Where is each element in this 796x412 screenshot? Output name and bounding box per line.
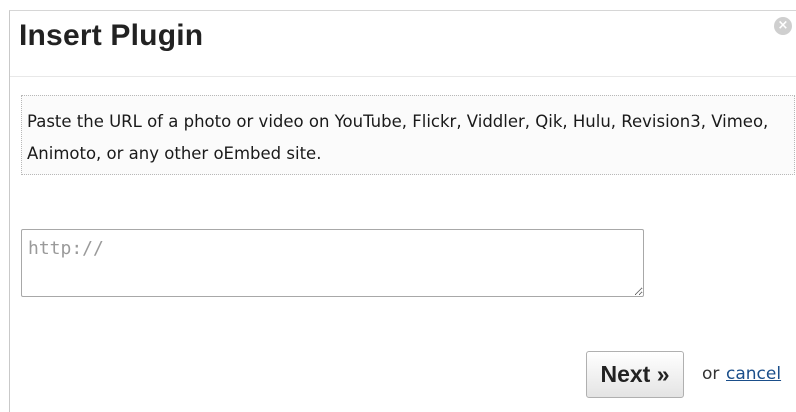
close-icon[interactable]: × [774,17,792,35]
insert-plugin-dialog: Insert Plugin × Paste the URL of a photo… [9,10,796,412]
dialog-title-bar: Insert Plugin × [10,11,796,77]
url-input[interactable] [21,229,644,297]
cancel-link[interactable]: cancel [726,364,781,384]
or-text: or [702,364,720,384]
dialog-title: Insert Plugin [19,19,204,52]
next-button[interactable]: Next » [586,351,684,398]
instructions-box: Paste the URL of a photo or video on You… [21,95,795,175]
